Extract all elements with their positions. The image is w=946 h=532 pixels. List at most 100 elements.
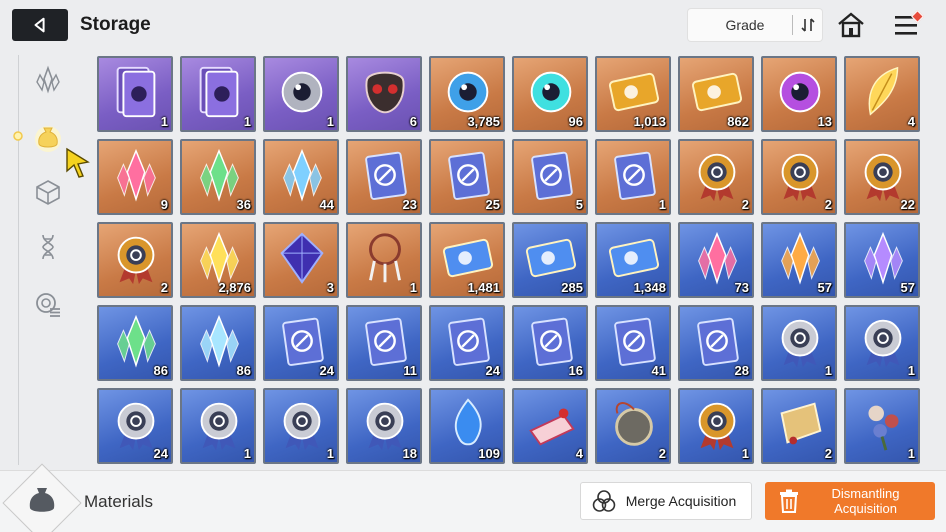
inventory-item-slot[interactable]: 2 <box>761 139 837 215</box>
inventory-item-slot[interactable]: 24 <box>97 388 173 464</box>
music-ticket-icon <box>442 238 494 278</box>
inventory-item-slot[interactable]: 1 <box>263 388 339 464</box>
pointer-cursor-icon <box>66 147 90 178</box>
item-quantity: 1 <box>741 446 749 461</box>
lily-card-icon <box>199 66 239 118</box>
sidebar-item-modules[interactable] <box>28 284 68 324</box>
merge-acquisition-label: Merge Acquisition <box>625 493 737 509</box>
item-quantity: 25 <box>485 197 500 212</box>
grade-label: Grade <box>725 17 765 33</box>
item-quantity: 2 <box>160 280 168 295</box>
item-quantity: 109 <box>478 446 500 461</box>
inventory-item-slot[interactable]: 86 <box>180 305 256 381</box>
back-arrow-icon <box>34 17 45 33</box>
item-quantity: 4 <box>907 114 915 129</box>
item-quantity: 24 <box>153 446 168 461</box>
inventory-item-slot[interactable]: 862 <box>678 56 754 132</box>
slash-book-icon <box>614 317 656 366</box>
inventory-item-slot[interactable]: 285 <box>512 222 588 298</box>
inventory-item-slot[interactable]: 22 <box>844 139 920 215</box>
inventory-item-slot[interactable]: 1 <box>595 139 671 215</box>
inventory-item-slot[interactable]: 96 <box>512 56 588 132</box>
home-button[interactable] <box>836 10 866 40</box>
sidebar-item-genes[interactable] <box>28 227 68 267</box>
page-title: Storage <box>80 14 151 35</box>
inventory-item-slot[interactable]: 41 <box>595 305 671 381</box>
inventory-item-slot[interactable]: 109 <box>429 388 505 464</box>
inventory-item-slot[interactable]: 1,348 <box>595 222 671 298</box>
inventory-item-slot[interactable]: 5 <box>512 139 588 215</box>
slash-book-icon <box>614 151 656 200</box>
pocket-watch-icon <box>615 402 653 446</box>
item-quantity: 1,348 <box>633 280 666 295</box>
item-quantity: 3 <box>326 280 334 295</box>
item-quantity: 22 <box>900 197 915 212</box>
inventory-item-slot[interactable]: 1 <box>180 56 256 132</box>
inventory-item-slot[interactable]: 23 <box>346 139 422 215</box>
item-quantity: 285 <box>561 280 583 295</box>
blue-crystal-icon <box>283 148 322 202</box>
item-quantity: 1 <box>160 114 168 129</box>
dismantling-acquisition-label: Dismantling Acquisition <box>831 486 900 516</box>
inventory-item-slot[interactable]: 24 <box>263 305 339 381</box>
inventory-item-slot[interactable]: 1 <box>844 305 920 381</box>
inventory-item-slot[interactable]: 2 <box>678 139 754 215</box>
inventory-item-slot[interactable]: 4 <box>844 56 920 132</box>
sidebar-item-materials[interactable] <box>28 117 68 157</box>
menu-button[interactable] <box>892 10 924 40</box>
inventory-item-slot[interactable]: 3,785 <box>429 56 505 132</box>
inventory-item-slot[interactable]: 1,481 <box>429 222 505 298</box>
purple-eye-icon <box>779 71 821 113</box>
item-quantity: 86 <box>153 363 168 378</box>
inventory-item-slot[interactable]: 1,013 <box>595 56 671 132</box>
inventory-item-slot[interactable]: 2 <box>761 388 837 464</box>
inventory-item-slot[interactable]: 1 <box>263 56 339 132</box>
inventory-item-slot[interactable]: 4 <box>512 388 588 464</box>
inventory-item-slot[interactable]: 1 <box>844 388 920 464</box>
back-button[interactable] <box>12 9 68 41</box>
inventory-item-slot[interactable]: 3 <box>263 222 339 298</box>
merge-acquisition-button[interactable]: Merge Acquisition <box>580 482 752 520</box>
inventory-item-slot[interactable]: 11 <box>346 305 422 381</box>
inventory-item-slot[interactable]: 25 <box>429 139 505 215</box>
inventory-item-slot[interactable]: 2 <box>97 222 173 298</box>
inventory-item-slot[interactable]: 1 <box>346 222 422 298</box>
inventory-item-slot[interactable]: 1 <box>761 305 837 381</box>
inventory-item-slot[interactable]: 16 <box>512 305 588 381</box>
inventory-item-slot[interactable]: 44 <box>263 139 339 215</box>
inventory-item-slot[interactable]: 2 <box>595 388 671 464</box>
red-star-medal-icon <box>698 402 736 451</box>
inventory-item-slot[interactable]: 1 <box>180 388 256 464</box>
inventory-item-slot[interactable]: 1 <box>678 388 754 464</box>
item-quantity: 18 <box>402 446 417 461</box>
item-quantity: 1 <box>907 446 915 461</box>
inventory-item-slot[interactable]: 57 <box>844 222 920 298</box>
item-quantity: 3,785 <box>467 114 500 129</box>
inventory-item-slot[interactable]: 13 <box>761 56 837 132</box>
grade-sort-dropdown[interactable]: Grade <box>688 9 822 41</box>
sidebar-item-crystals[interactable] <box>28 60 68 100</box>
blue-id-ticket-icon <box>525 238 577 278</box>
inventory-item-slot[interactable]: 57 <box>761 222 837 298</box>
item-quantity: 9 <box>160 197 168 212</box>
inventory-item-slot[interactable]: 24 <box>429 305 505 381</box>
cross-silver-medal-icon <box>781 319 819 368</box>
shield-silver-medal-icon <box>864 319 902 368</box>
item-quantity: 1,013 <box>633 114 666 129</box>
inventory-item-slot[interactable]: 36 <box>180 139 256 215</box>
dismantling-acquisition-button[interactable]: Dismantling Acquisition <box>765 482 935 520</box>
sidebar-item-items[interactable] <box>28 172 68 212</box>
inventory-item-slot[interactable]: 9 <box>97 139 173 215</box>
sort-order-icon[interactable] <box>792 15 822 35</box>
inventory-item-slot[interactable]: 1 <box>97 56 173 132</box>
inventory-item-slot[interactable]: 86 <box>97 305 173 381</box>
inventory-item-slot[interactable]: 2,876 <box>180 222 256 298</box>
inventory-item-slot[interactable]: 73 <box>678 222 754 298</box>
eye-medal-icon <box>864 153 902 202</box>
dreamcatcher-icon <box>369 233 401 283</box>
inventory-item-slot[interactable]: 28 <box>678 305 754 381</box>
inventory-item-slot[interactable]: 6 <box>346 56 422 132</box>
item-quantity: 1 <box>658 197 666 212</box>
inventory-item-slot[interactable]: 18 <box>346 388 422 464</box>
globe-silver-medal-icon <box>366 402 404 451</box>
